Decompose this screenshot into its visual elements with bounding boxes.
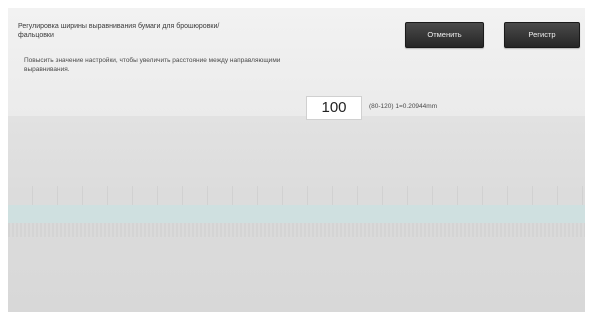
value-input[interactable]: 100	[306, 96, 362, 120]
range-label: (80-120) 1=0.20944mm	[369, 103, 438, 110]
register-button[interactable]: Регистр	[504, 22, 580, 48]
screen-title: Регулировка ширины выравнивания бумаги д…	[18, 23, 220, 39]
highlight-band	[8, 205, 585, 223]
adjustment-screen: Регулировка ширины выравнивания бумаги д…	[8, 8, 585, 312]
cancel-button[interactable]: Отменить	[405, 22, 484, 48]
background-scale	[8, 186, 585, 206]
instruction-text: Повысить значение настройки, чтобы увели…	[24, 57, 281, 73]
texture-band	[8, 223, 585, 237]
